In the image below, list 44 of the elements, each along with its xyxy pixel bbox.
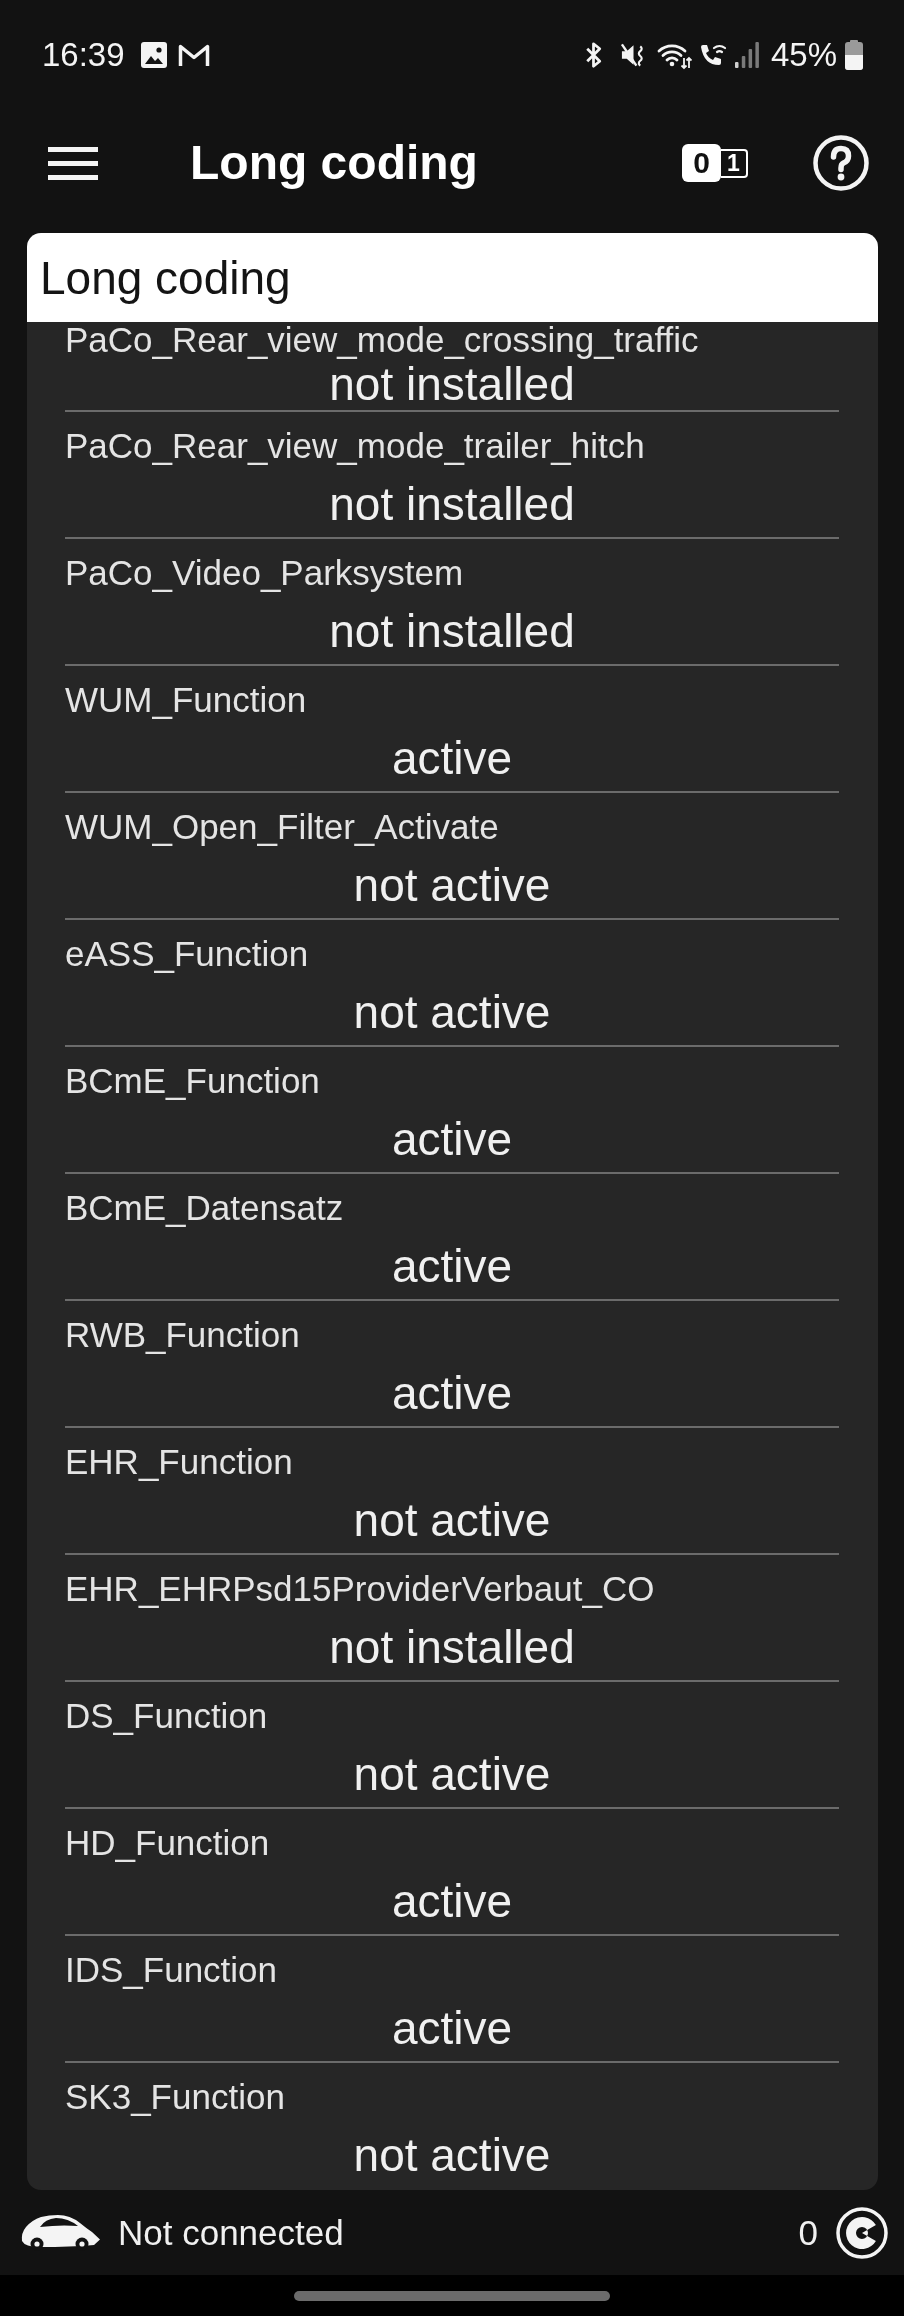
setting-value[interactable]: active xyxy=(391,732,513,784)
circle-logo-icon[interactable] xyxy=(836,2206,888,2259)
card-header: Long coding xyxy=(27,233,878,322)
setting-name: RWB_Function xyxy=(65,1315,300,1355)
setting-value[interactable]: not installed xyxy=(329,1621,575,1673)
setting-name: IDS_Function xyxy=(65,1950,278,1990)
help-icon[interactable] xyxy=(813,135,869,191)
setting-name: EHR_EHRPsd15ProviderVerbaut_CO xyxy=(65,1569,655,1609)
toolbar-title: Long coding xyxy=(190,135,478,191)
setting-name: EHR_Function xyxy=(65,1442,293,1482)
clock-time: 16:39 xyxy=(42,36,125,74)
setting-value[interactable]: not installed xyxy=(329,361,575,407)
setting-value[interactable]: not active xyxy=(353,986,551,1038)
setting-name: PaCo_Video_Parksystem xyxy=(65,553,464,593)
setting-value[interactable]: active xyxy=(391,2002,513,2054)
setting-name: eASS_Function xyxy=(65,934,309,974)
setting-name: PaCo_Rear_view_mode_trailer_hitch xyxy=(65,426,645,466)
battery-percent: 45% xyxy=(770,36,837,74)
setting-name: BCmE_Function xyxy=(65,1061,320,1101)
setting-name: WUM_Function xyxy=(65,680,307,720)
setting-value[interactable]: not active xyxy=(353,1748,551,1800)
menu-icon[interactable] xyxy=(48,146,98,180)
setting-name: HD_Function xyxy=(65,1823,270,1863)
setting-value[interactable]: not installed xyxy=(329,478,575,530)
setting-value[interactable]: not active xyxy=(353,2129,551,2181)
setting-value[interactable]: active xyxy=(391,1367,513,1419)
setting-name: SK3_Function xyxy=(65,2077,285,2117)
setting-value[interactable]: active xyxy=(391,1875,513,1927)
image-icon xyxy=(140,42,167,68)
setting-name: WUM_Open_Filter_Activate xyxy=(65,807,499,847)
signal-icon xyxy=(734,42,759,68)
setting-value[interactable]: active xyxy=(391,1240,513,1292)
counter-value: 0 xyxy=(798,2211,818,2254)
battery-icon xyxy=(845,40,863,70)
setting-value[interactable]: active xyxy=(391,1113,513,1165)
setting-name: PaCo_Rear_view_mode_crossing_traffic xyxy=(65,322,699,358)
setting-name: BCmE_Datensatz xyxy=(65,1188,344,1228)
setting-name: DS_Function xyxy=(65,1696,268,1736)
home-indicator[interactable] xyxy=(294,2290,610,2301)
mail-icon xyxy=(177,42,210,68)
connection-status: Not connected xyxy=(118,2211,344,2254)
setting-value[interactable]: not installed xyxy=(329,605,575,657)
setting-value[interactable]: not active xyxy=(353,1494,551,1546)
setting-value[interactable]: not active xyxy=(353,859,551,911)
